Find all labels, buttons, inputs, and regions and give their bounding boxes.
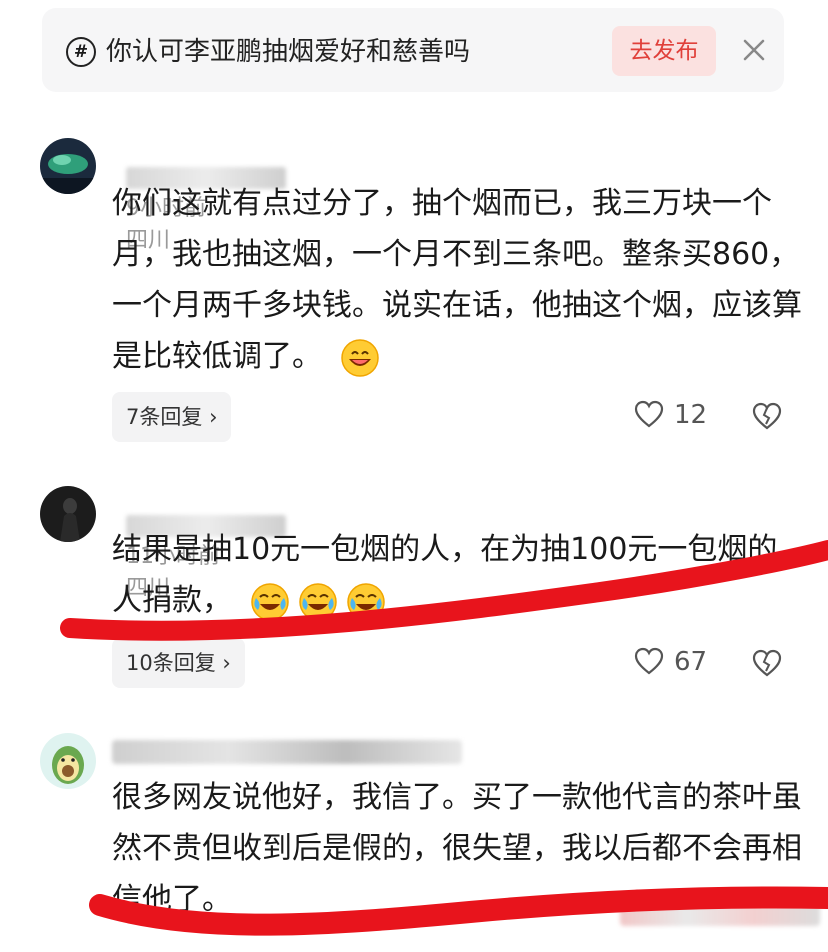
- broken-heart-icon[interactable]: [752, 402, 782, 432]
- replies-label: 10条回复: [126, 651, 216, 675]
- tears-of-joy-emoji: [298, 582, 337, 621]
- grinning-face-emoji: [340, 338, 379, 377]
- topic-title[interactable]: 你认可李亚鹏抽烟爱好和慈善吗: [106, 31, 470, 68]
- chevron-right-icon: ›: [222, 651, 231, 675]
- like-count: 67: [674, 647, 708, 677]
- like-group[interactable]: 67: [634, 647, 707, 677]
- heart-icon[interactable]: [634, 400, 664, 430]
- redacted-username: [112, 740, 462, 764]
- close-icon[interactable]: [740, 33, 768, 65]
- comment-body: 你们这就有点过分了，抽个烟而已，我三万块一个月，我也抽这烟，一个月不到三条吧。整…: [112, 186, 802, 374]
- replies-button[interactable]: 10条回复 ›: [112, 638, 245, 688]
- broken-heart-icon[interactable]: [752, 649, 782, 679]
- avatar[interactable]: [40, 138, 96, 194]
- like-count: 12: [674, 400, 708, 430]
- publish-button[interactable]: 去发布: [612, 26, 716, 76]
- comment-text: 结果是抽10元一包烟的人，在为抽100元一包烟的人捐款，: [112, 524, 802, 626]
- chevron-right-icon: ›: [209, 405, 218, 429]
- avatar[interactable]: [40, 733, 96, 789]
- redacted-overlay: [620, 902, 820, 926]
- comment-text: 你们这就有点过分了，抽个烟而已，我三万块一个月，我也抽这烟，一个月不到三条吧。整…: [112, 178, 802, 382]
- heart-icon[interactable]: [634, 647, 664, 677]
- avatar[interactable]: [40, 486, 96, 542]
- like-group[interactable]: 12: [634, 400, 707, 430]
- tears-of-joy-emoji: [346, 582, 385, 621]
- comment-body: 很多网友说他好，我信了。买了一款他代言的茶叶虽然不贵但收到后是假的，很失望，我以…: [112, 780, 802, 917]
- replies-label: 7条回复: [126, 405, 203, 429]
- tears-of-joy-emoji: [250, 582, 289, 621]
- replies-button[interactable]: 7条回复 ›: [112, 392, 232, 442]
- hashtag-icon: #: [66, 37, 96, 67]
- comment-body: 结果是抽10元一包烟的人，在为抽100元一包烟的人捐款，: [112, 532, 778, 618]
